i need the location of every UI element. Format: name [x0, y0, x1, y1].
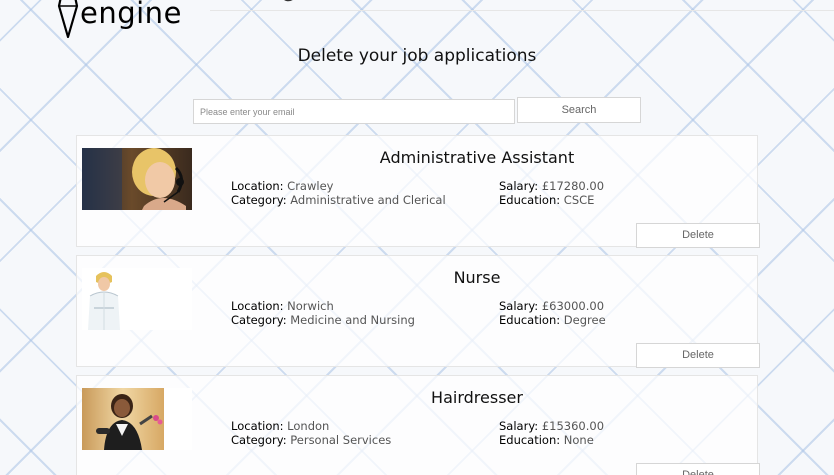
job-location: Location: Crawley: [231, 179, 334, 193]
job-category: Category: Administrative and Clerical: [231, 193, 446, 207]
job-education: Education: CSCE: [499, 193, 595, 207]
job-location: Location: London: [231, 419, 330, 433]
job-salary: Salary: £17280.00: [499, 179, 605, 193]
job-category: Category: Medicine and Nursing: [231, 313, 415, 327]
job-category: Category: Personal Services: [231, 433, 392, 447]
job-photo-hairdresser: [82, 388, 192, 450]
job-salary: Salary: £15360.00: [499, 419, 605, 433]
job-education: Education: Degree: [499, 313, 606, 327]
header-text-fragment: [284, 0, 293, 2]
job-title: Administrative Assistant: [379, 148, 575, 167]
job-card-administrative-assistant: Administrative Assistant Location: Crawl…: [76, 135, 760, 248]
tie-icon: [57, 0, 79, 38]
job-salary: Salary: £63000.00: [499, 299, 605, 313]
logo-text: engine: [80, 0, 182, 30]
search-button[interactable]: Search: [517, 97, 641, 123]
page-title: Delete your job applications: [297, 46, 537, 66]
job-location: Location: Norwich: [231, 299, 334, 313]
delete-button[interactable]: Delete: [636, 343, 760, 368]
job-card-hairdresser: Hairdresser Location: London Category: P…: [76, 375, 760, 475]
email-search-input[interactable]: [193, 99, 515, 124]
job-photo-nurse: [82, 268, 192, 330]
job-education: Education: None: [499, 433, 594, 447]
job-title: Nurse: [453, 268, 501, 287]
delete-button[interactable]: Delete: [636, 223, 760, 248]
delete-button[interactable]: Delete: [636, 463, 760, 475]
site-logo[interactable]: engine: [56, 0, 196, 38]
job-photo-call-centre-operator: [82, 148, 192, 210]
job-card-nurse: Nurse Location: Norwich Category: Medici…: [76, 255, 760, 368]
header-divider: [210, 10, 834, 11]
job-title: Hairdresser: [431, 388, 523, 407]
